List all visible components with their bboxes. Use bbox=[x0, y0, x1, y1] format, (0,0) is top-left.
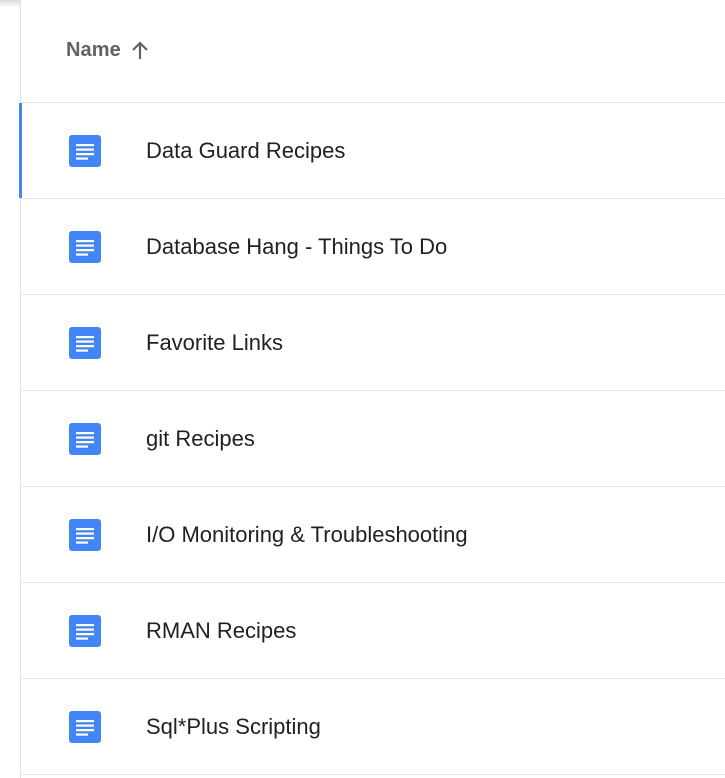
file-list-header: Name bbox=[21, 0, 725, 103]
google-docs-icon bbox=[69, 422, 101, 455]
sort-by-name-header[interactable]: Name bbox=[66, 39, 149, 62]
file-name: Data Guard Recipes bbox=[146, 137, 346, 163]
file-row[interactable]: I/O Monitoring & Troubleshooting bbox=[21, 487, 725, 583]
file-name: Favorite Links bbox=[146, 329, 283, 355]
arrow-up-icon bbox=[131, 40, 149, 61]
file-name: RMAN Recipes bbox=[146, 617, 297, 643]
file-name: Database Hang - Things To Do bbox=[146, 233, 448, 259]
file-list-panel: Name Data Guard Recipes Database Hang - … bbox=[19, 0, 725, 778]
file-row[interactable]: Database Hang - Things To Do bbox=[21, 199, 725, 295]
file-row[interactable]: RMAN Recipes bbox=[21, 583, 725, 679]
file-name: Sql*Plus Scripting bbox=[146, 713, 321, 739]
file-name: git Recipes bbox=[146, 425, 255, 451]
sort-by-name-label: Name bbox=[66, 39, 121, 61]
file-list: Data Guard Recipes Database Hang - Thing… bbox=[19, 103, 725, 775]
file-row[interactable]: git Recipes bbox=[21, 391, 725, 487]
google-docs-icon bbox=[69, 134, 101, 167]
file-row[interactable]: Data Guard Recipes bbox=[19, 103, 725, 199]
google-docs-icon bbox=[69, 230, 101, 263]
google-docs-icon bbox=[69, 614, 101, 647]
google-docs-icon bbox=[69, 326, 101, 359]
google-docs-icon bbox=[69, 710, 101, 743]
file-name: I/O Monitoring & Troubleshooting bbox=[146, 521, 468, 547]
file-row[interactable]: Favorite Links bbox=[21, 295, 725, 391]
file-row[interactable]: Sql*Plus Scripting bbox=[21, 679, 725, 775]
google-docs-icon bbox=[69, 518, 101, 551]
